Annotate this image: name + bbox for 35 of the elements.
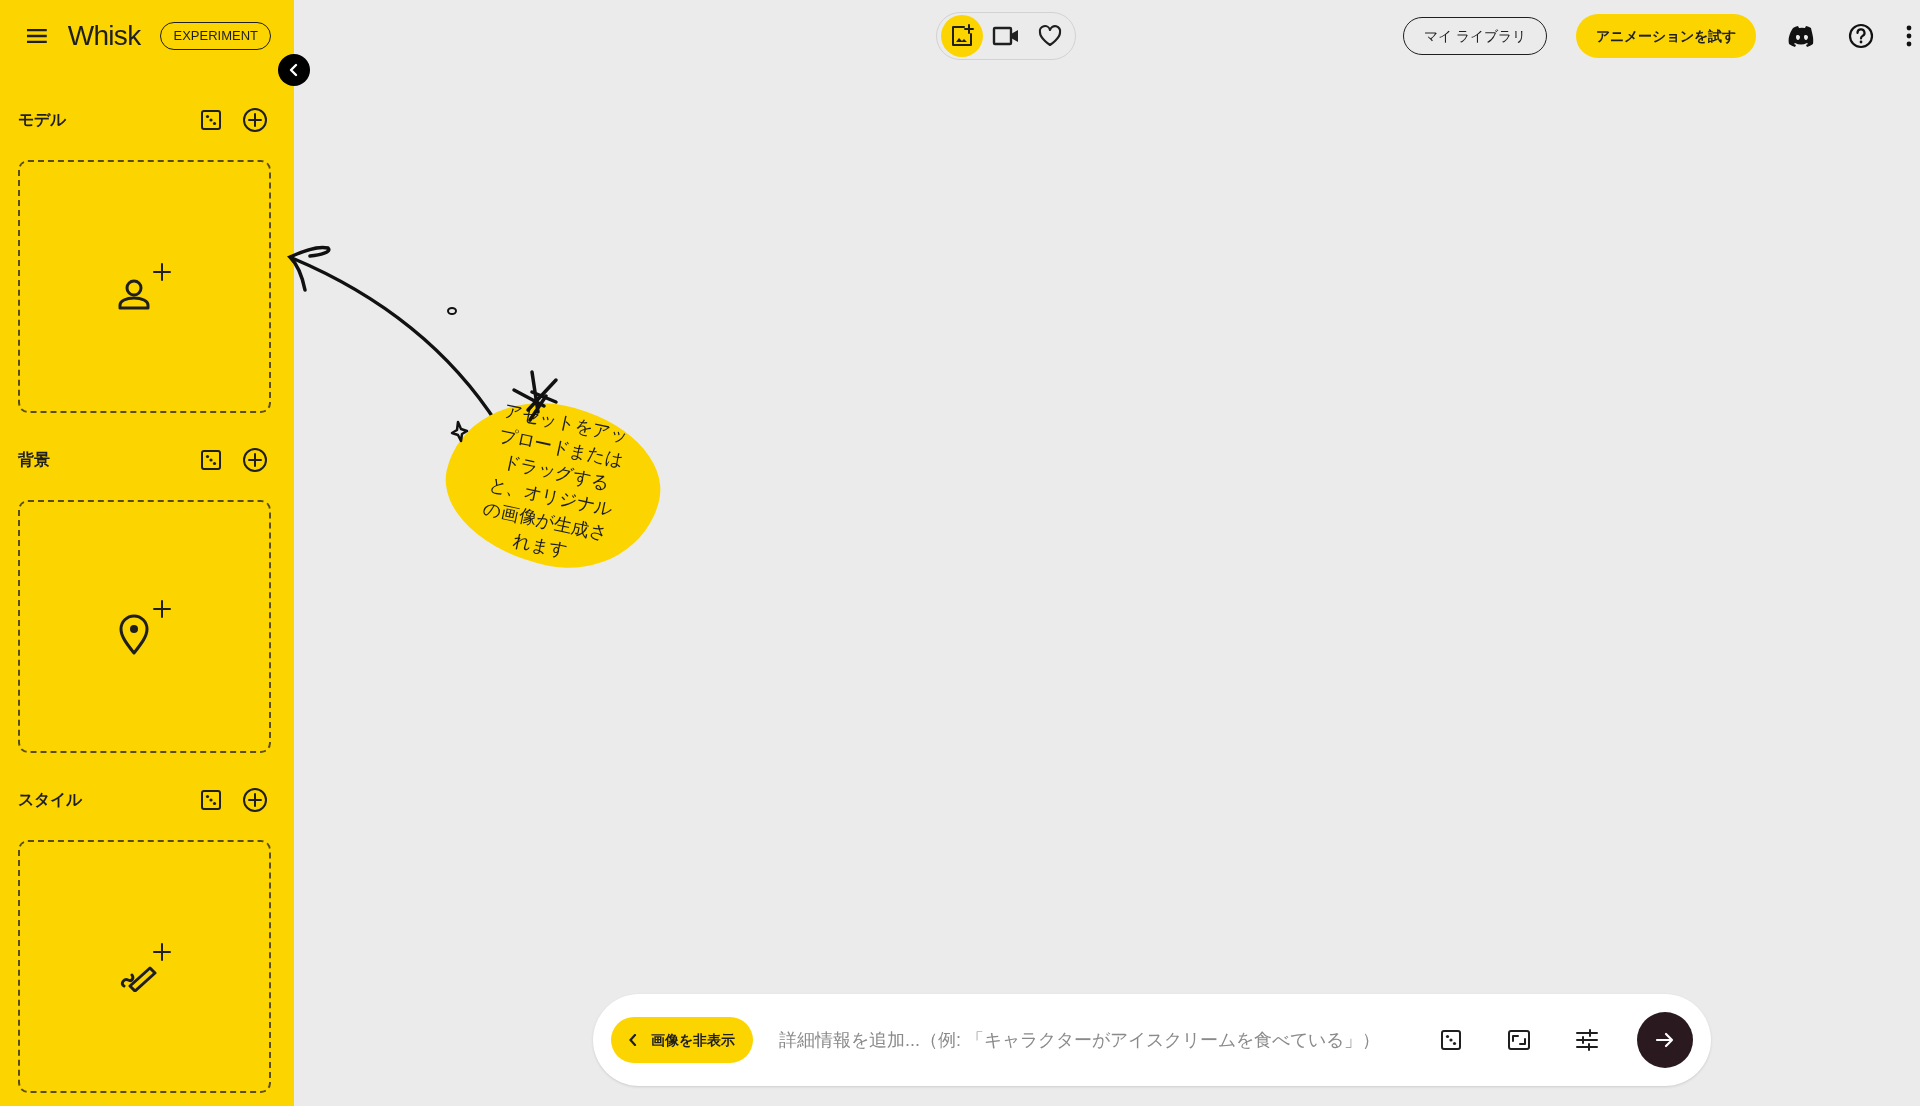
section-title: モデル — [18, 110, 66, 130]
video-camera-icon — [992, 25, 1020, 47]
aspect-ratio-icon[interactable] — [1507, 1029, 1531, 1051]
prompt-bar[interactable]: 画像を非表示 詳細情報を追加...（例: 「キャラクターがアイスクリームを食べている」） — [593, 994, 1711, 1086]
more-options-icon[interactable] — [1906, 25, 1912, 47]
app-logo: Whisk — [67, 19, 141, 53]
dice-icon[interactable] — [1439, 1029, 1463, 1051]
upload-drop-zone[interactable] — [18, 160, 271, 413]
section-title: 背景 — [18, 450, 50, 470]
upload-drop-zone[interactable] — [18, 500, 271, 753]
dice-icon[interactable] — [200, 789, 222, 811]
image-mode-tab[interactable] — [941, 15, 983, 57]
small-circle-doodle — [447, 307, 457, 315]
arrow-right-icon — [1655, 1031, 1675, 1049]
dice-icon[interactable] — [200, 109, 222, 131]
collapse-sidebar-button[interactable] — [278, 54, 310, 86]
settings-sliders-icon[interactable] — [1575, 1029, 1599, 1051]
heart-icon — [1037, 24, 1063, 48]
prompt-input[interactable]: 詳細情報を追加...（例: 「キャラクターがアイスクリームを食べている」） — [779, 1018, 1419, 1062]
upload-drop-zone[interactable] — [18, 840, 271, 1093]
chat-community-icon[interactable] — [1788, 25, 1816, 47]
add-icon[interactable] — [242, 787, 268, 813]
chevron-left-icon — [289, 63, 299, 77]
hide-images-button[interactable]: 画像を非表示 — [611, 1017, 753, 1063]
help-icon[interactable] — [1848, 23, 1874, 49]
add-icon[interactable] — [242, 447, 268, 473]
menu-icon[interactable] — [26, 28, 48, 44]
add-icon[interactable] — [242, 107, 268, 133]
chevron-left-icon — [629, 1034, 637, 1046]
dice-icon[interactable] — [200, 449, 222, 471]
section-title: スタイル — [18, 790, 82, 810]
try-animation-button[interactable]: アニメーションを試す — [1576, 14, 1756, 58]
sparkle-doodle — [450, 420, 469, 443]
submit-button[interactable] — [1637, 1012, 1693, 1068]
image-add-icon — [949, 23, 975, 49]
